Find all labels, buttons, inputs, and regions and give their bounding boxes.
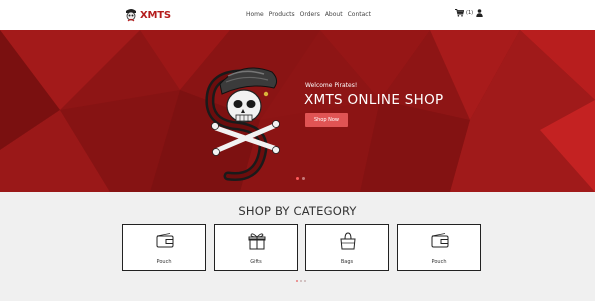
cart-count: (1) <box>466 10 474 16</box>
skull-logo-icon <box>126 9 136 22</box>
hero-carousel-indicators <box>296 177 305 180</box>
category-carousel-dot[interactable] <box>300 280 302 282</box>
hero-background <box>0 30 595 192</box>
brand-name: XMTS <box>140 9 171 21</box>
category-carousel-dot[interactable] <box>304 280 306 282</box>
category-label: Bags <box>340 259 354 265</box>
pirate-skull-illustration <box>205 67 280 182</box>
brand-logo[interactable]: XMTS <box>124 6 171 24</box>
nav-home-link[interactable]: Home <box>246 11 264 18</box>
hero-welcome-text: Welcome Pirates! <box>305 82 358 89</box>
category-card-pouch-2[interactable]: Pouch <box>397 224 481 271</box>
nav-orders-link[interactable]: Orders <box>300 11 320 18</box>
nav-actions: (1) <box>455 9 483 17</box>
category-label: Pouch <box>156 259 172 265</box>
nav-products-link[interactable]: Products <box>269 11 295 18</box>
hero-carousel-dot[interactable] <box>296 177 299 180</box>
cart-icon[interactable] <box>455 9 464 17</box>
nav-contact-link[interactable]: Contact <box>348 11 371 18</box>
category-label: Pouch <box>431 259 447 265</box>
category-carousel-indicators <box>296 280 306 282</box>
hero-title: XMTS ONLINE SHOP <box>304 92 444 108</box>
category-label: Gifts <box>250 259 262 265</box>
category-heading: SHOP BY CATEGORY <box>238 204 357 218</box>
wallet-icon <box>156 233 174 248</box>
navbar: XMTS Home Products Orders About Contact … <box>0 0 595 30</box>
hero-banner: Welcome Pirates! XMTS ONLINE SHOP Shop N… <box>0 30 595 192</box>
category-card-gifts[interactable]: Gifts <box>214 224 298 271</box>
category-card-pouch[interactable]: Pouch <box>122 224 206 271</box>
wallet-icon <box>431 233 449 248</box>
nav-about-link[interactable]: About <box>325 11 343 18</box>
nav-links: Home Products Orders About Contact <box>246 11 371 18</box>
hero-carousel-dot[interactable] <box>302 177 305 180</box>
category-card-bags[interactable]: Bags <box>305 224 389 271</box>
handbag-icon <box>340 232 356 250</box>
category-carousel-dot[interactable] <box>296 280 298 282</box>
user-icon[interactable] <box>476 9 483 17</box>
gift-icon <box>248 233 266 250</box>
shop-now-button[interactable]: Shop Now <box>305 113 348 127</box>
category-section: SHOP BY CATEGORY Pouch Gifts Bags Pouch <box>0 192 595 301</box>
